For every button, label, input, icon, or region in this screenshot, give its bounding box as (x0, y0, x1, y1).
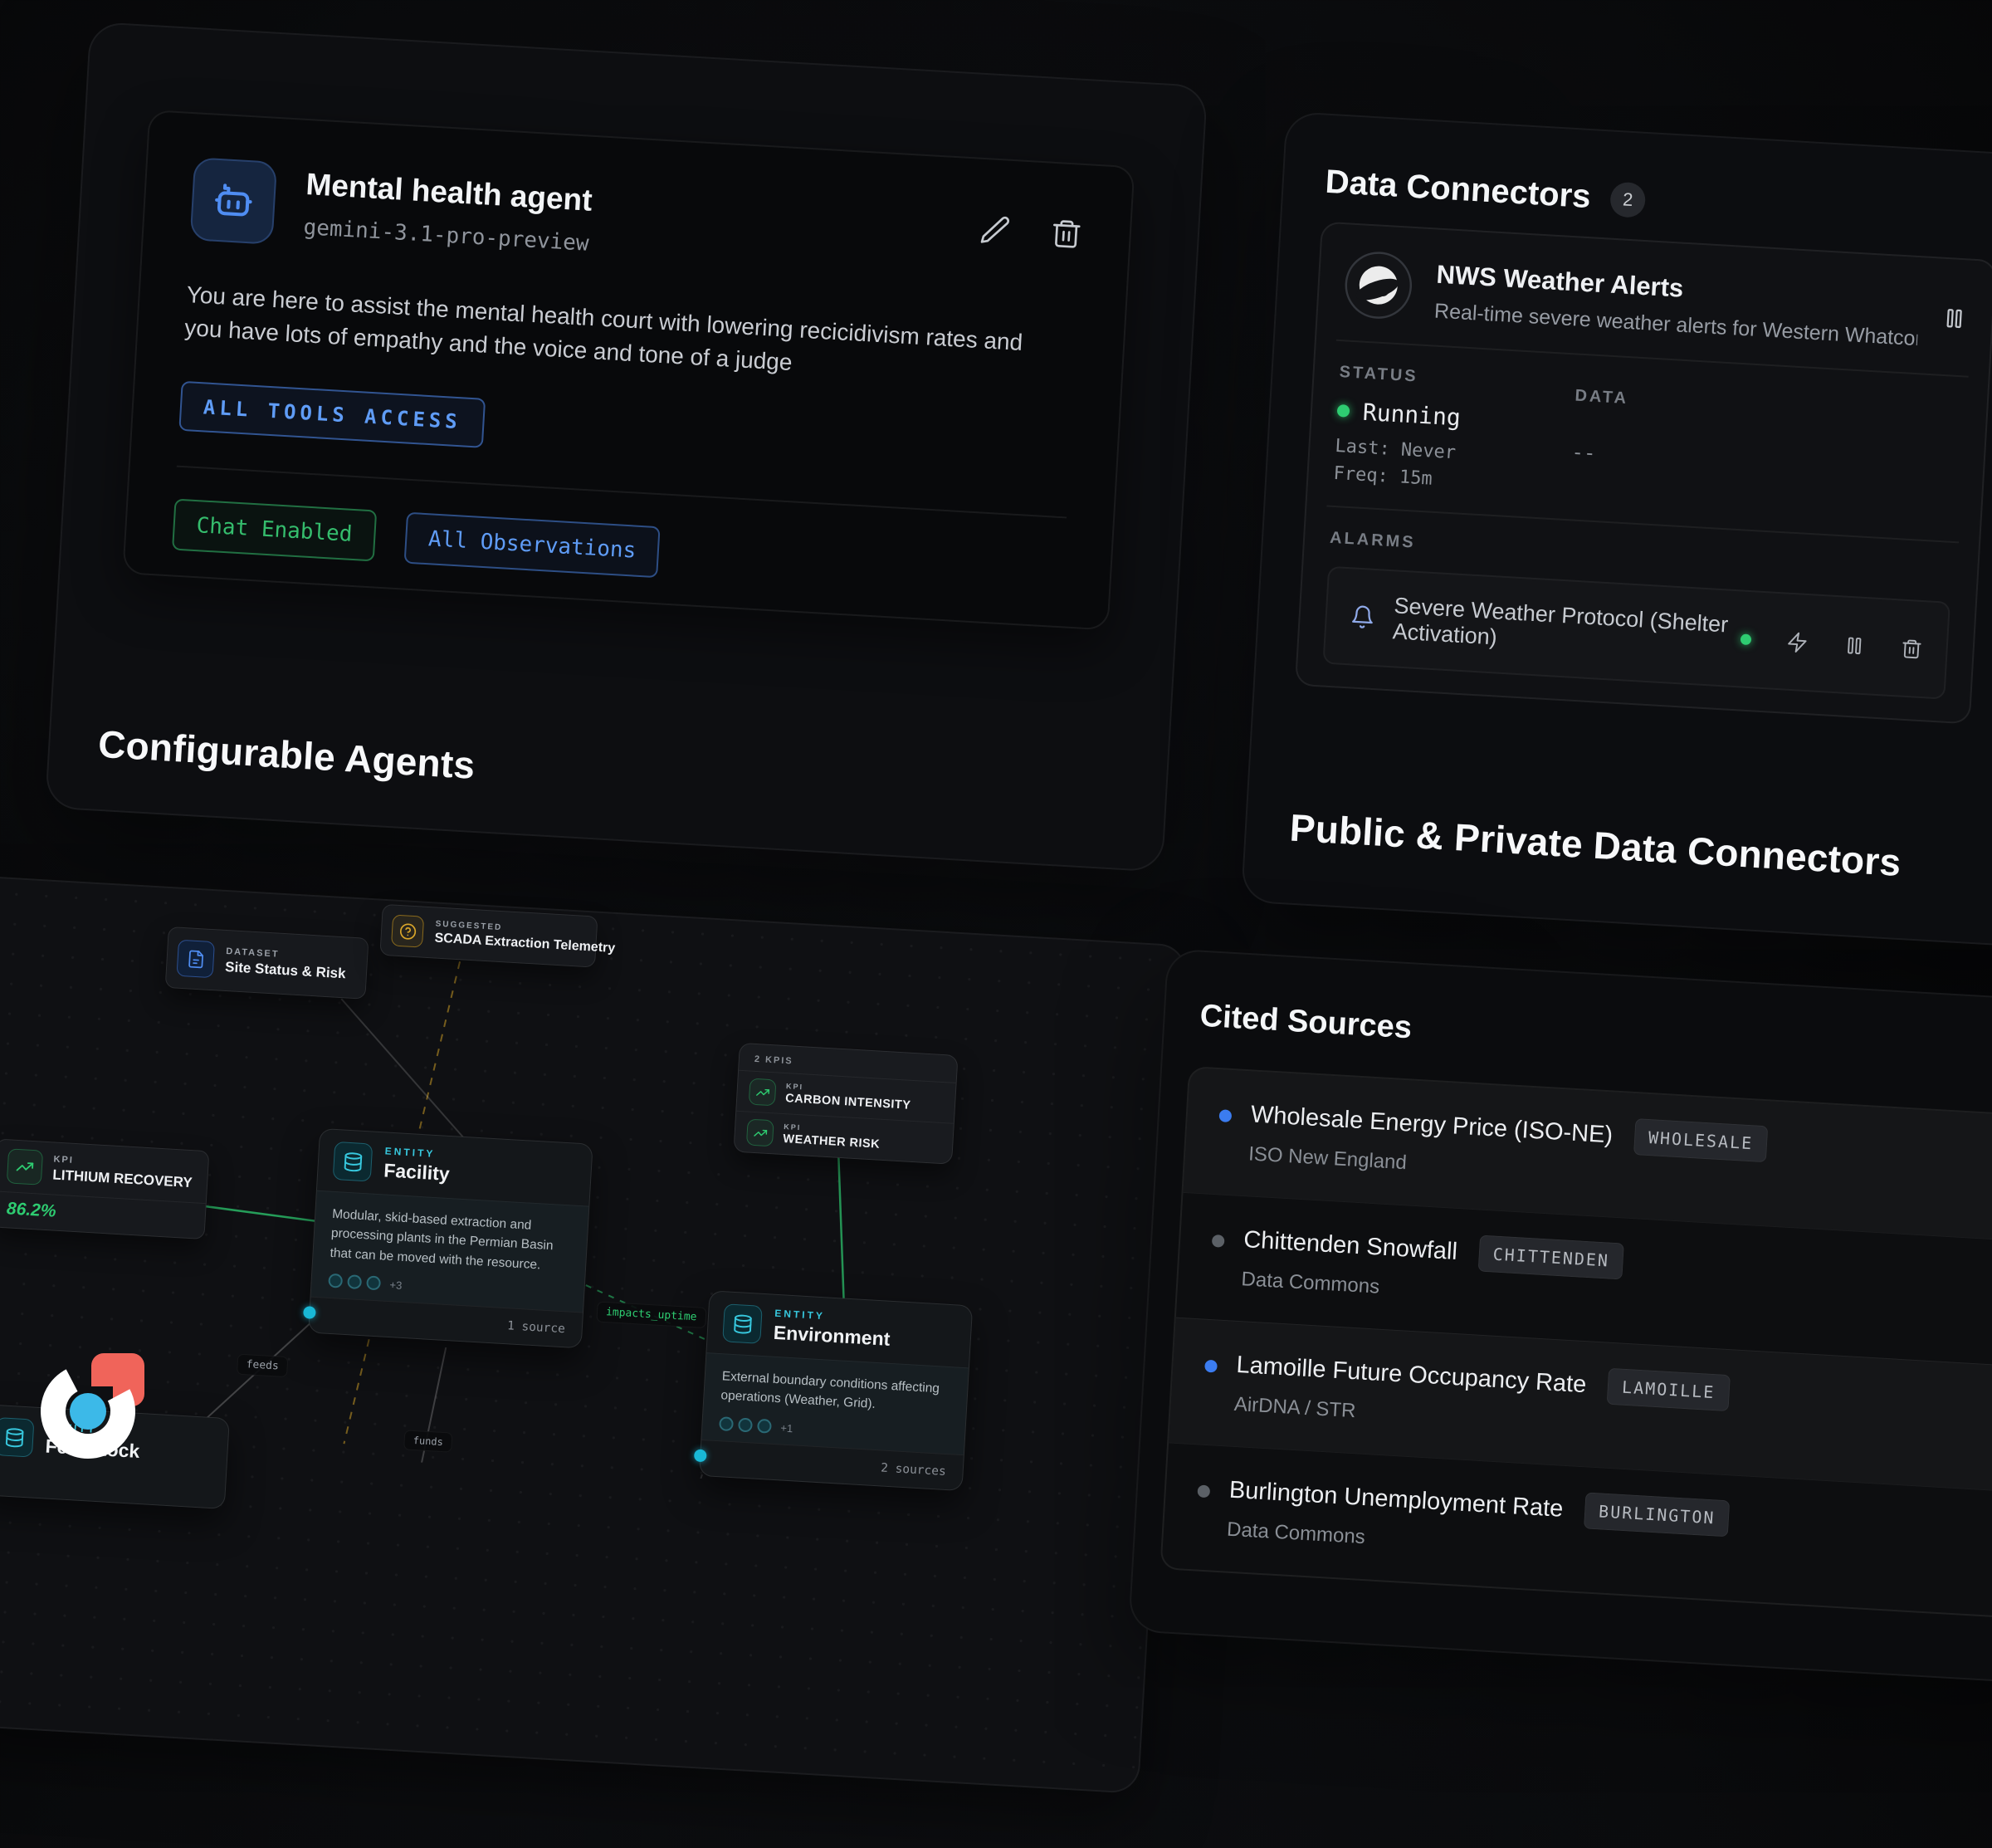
alarm-row[interactable]: Severe Weather Protocol (Shelter Activat… (1322, 566, 1950, 700)
tilted-scene: Mental health agent gemini-3.1-pro-previ… (0, 0, 1992, 1551)
agent-title: Mental health agent (305, 167, 593, 218)
database-icon (333, 1142, 374, 1182)
connectors-count-badge: 2 (1609, 181, 1646, 218)
linked-items: +1 (719, 1416, 949, 1444)
data-connectors-panel: Data Connectors 2 NWS Weather Alerts Rea… (1241, 111, 1992, 953)
node-title: Site Status & Risk (225, 958, 346, 981)
link-dot (757, 1418, 772, 1433)
source-count: 1 source (507, 1319, 566, 1336)
database-icon (0, 1417, 34, 1458)
connectors-section-label: Public & Private Data Connectors (1288, 805, 1902, 885)
entity-description: External boundary conditions affecting o… (720, 1366, 951, 1418)
sources-heading: Cited Sources (1199, 999, 1413, 1047)
source-status-dot (1218, 1109, 1232, 1122)
source-status-dot (1204, 1360, 1218, 1373)
trigger-icon[interactable] (1785, 630, 1809, 654)
edit-icon[interactable] (978, 213, 1013, 247)
link-dot (738, 1417, 753, 1432)
edge-label-funds: funds (403, 1430, 452, 1452)
chat-enabled-badge: Chat Enabled (172, 498, 377, 561)
help-circle-icon (391, 914, 424, 947)
alarm-name: Severe Weather Protocol (Shelter Activat… (1392, 593, 1742, 664)
robot-icon (190, 157, 278, 245)
source-title: Lamoille Future Occupancy Rate (1236, 1351, 1588, 1398)
delete-icon[interactable] (1900, 637, 1924, 661)
source-tag: WHOLESALE (1633, 1118, 1769, 1162)
pause-icon[interactable] (1843, 633, 1867, 658)
source-title: Chittenden Snowfall (1243, 1226, 1457, 1266)
brand-logo (40, 1352, 146, 1459)
more-count: +1 (780, 1421, 793, 1435)
node-title: Environment (773, 1322, 891, 1351)
source-title: Wholesale Energy Price (ISO-NE) (1250, 1101, 1614, 1149)
agent-description: You are here to assist the mental health… (183, 278, 1066, 394)
source-title: Burlington Unemployment Rate (1228, 1476, 1564, 1523)
linked-items: +3 (328, 1274, 568, 1302)
source-tag: LAMOILLE (1607, 1368, 1731, 1411)
trending-up-icon (749, 1078, 777, 1107)
bell-icon (1350, 604, 1376, 630)
link-dot (366, 1275, 381, 1290)
status-label: STATUS (1339, 363, 1576, 395)
link-dot (328, 1274, 343, 1288)
pause-icon[interactable] (1941, 306, 1968, 332)
graph-node-facility[interactable]: ENTITY Facility Modular, skid-based extr… (308, 1128, 593, 1348)
more-count: +3 (389, 1278, 403, 1292)
source-tag: BURLINGTON (1584, 1492, 1731, 1537)
trending-up-icon (746, 1119, 774, 1147)
tools-access-badge: ALL TOOLS ACCESS (178, 380, 486, 447)
link-dot (347, 1274, 362, 1289)
connection-port[interactable] (303, 1306, 316, 1319)
agent-card[interactable]: Mental health agent gemini-3.1-pro-previ… (122, 110, 1135, 631)
graph-node-environment[interactable]: ENTITY Environment External boundary con… (699, 1290, 973, 1490)
data-label: DATA (1575, 386, 1629, 408)
data-value: -- (1571, 440, 1626, 467)
source-status-dot (1197, 1484, 1210, 1498)
observations-badge: All Observations (403, 511, 661, 578)
alarm-active-dot (1741, 633, 1752, 645)
trending-up-icon (7, 1148, 43, 1185)
entity-description: Modular, skid-based extraction and proce… (330, 1205, 572, 1276)
database-icon (722, 1303, 763, 1344)
connection-port[interactable] (694, 1449, 707, 1462)
link-dot (719, 1416, 734, 1431)
file-icon (176, 940, 214, 978)
frequency-value: Freq: 15m (1333, 463, 1570, 497)
graph-node-dataset[interactable]: DATASET Site Status & Risk (165, 926, 369, 1000)
nws-logo (1343, 249, 1415, 321)
agent-model: gemini-3.1-pro-preview (303, 215, 591, 257)
node-title: Facility (383, 1159, 451, 1186)
source-status-dot (1212, 1234, 1225, 1248)
delete-icon[interactable] (1049, 217, 1084, 252)
source-tag: CHITTENDEN (1478, 1235, 1625, 1280)
sources-list: Wholesale Energy Price (ISO-NE) WHOLESAL… (1160, 1066, 1992, 1619)
edge-label-feeds: feeds (237, 1354, 288, 1377)
graph-node-lithium-kpi[interactable]: KPI LITHIUM RECOVERY 86.2% (0, 1138, 209, 1239)
status-dot (1337, 404, 1350, 418)
node-kind: ENTITY (384, 1145, 451, 1161)
connector-card[interactable]: NWS Weather Alerts Real-time severe weat… (1295, 222, 1992, 725)
status-value: Running (1362, 398, 1462, 432)
source-count: 2 sources (881, 1461, 946, 1478)
agents-section-label: Configurable Agents (97, 721, 476, 788)
configurable-agents-panel: Mental health agent gemini-3.1-pro-previ… (45, 22, 1208, 873)
cited-sources-panel: Cited Sources Wholesale Energy Price (IS… (1128, 948, 1992, 1684)
graph-node-kpi-group[interactable]: 2 KPIS KPI CARBON INTENSITY KPI WEATHER … (733, 1043, 958, 1165)
connectors-heading: Data Connectors (1325, 164, 1592, 216)
knowledge-graph-panel[interactable] (0, 873, 1188, 1794)
